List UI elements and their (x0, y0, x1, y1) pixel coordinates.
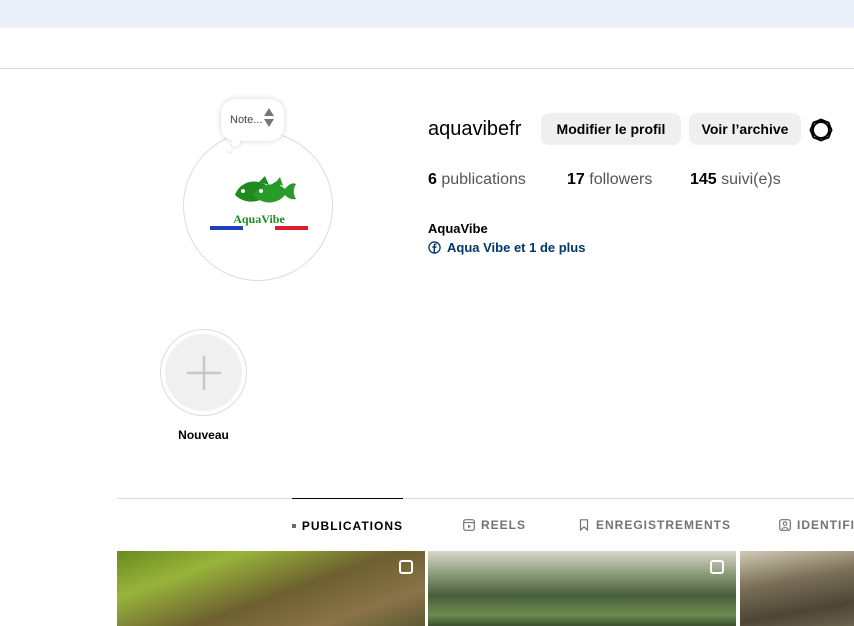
profile-username: aquavibefr (428, 118, 522, 140)
posts-label: publications (441, 171, 526, 188)
stat-following[interactable]: 145 suivi(e)s (690, 171, 781, 189)
logo-text: AquaVibe (233, 212, 285, 226)
note-tail-dot (231, 138, 240, 147)
tab-enregistrements[interactable]: ENREGISTREMENTS (578, 498, 731, 552)
profile-links[interactable]: Aqua Vibe et 1 de plus (428, 240, 585, 255)
post-thumbnail[interactable] (740, 551, 854, 626)
note-text: Note... (230, 114, 263, 126)
profile-fullname: AquaVibe (428, 221, 488, 236)
post-thumbnail[interactable] (117, 551, 425, 626)
facebook-icon (428, 241, 441, 254)
tab-identifie-label: IDENTIFI (797, 518, 854, 532)
note-tail-dot-small (227, 147, 232, 152)
posts-count: 6 (428, 171, 437, 188)
profile-avatar-ring: AquaVibe (183, 131, 333, 281)
settings-gear-icon[interactable] (809, 118, 833, 142)
browser-top-bar (0, 0, 854, 28)
note-scroll-arrows[interactable] (264, 108, 274, 127)
new-highlight-button[interactable] (160, 329, 247, 416)
header-bar (0, 28, 854, 69)
new-highlight-label: Nouveau (178, 428, 229, 442)
tab-identifie[interactable]: IDENTIFI (779, 498, 854, 552)
stat-publications[interactable]: 6 publications (428, 171, 526, 189)
new-highlight-inner (165, 334, 242, 411)
tab-publications[interactable]: PUBLICATIONS (292, 498, 403, 552)
tab-reels[interactable]: REELS (463, 498, 526, 552)
edit-profile-button[interactable]: Modifier le profil (541, 113, 681, 145)
following-count: 145 (690, 171, 717, 188)
carousel-icon (399, 560, 413, 574)
bookmark-icon (579, 519, 589, 531)
plus-icon (186, 355, 221, 390)
grid-icon (292, 523, 296, 528)
tagged-icon (779, 519, 791, 531)
tab-publications-label: PUBLICATIONS (301, 518, 403, 533)
post-thumbnail[interactable] (428, 551, 736, 626)
note-bubble[interactable]: Note... (221, 99, 284, 141)
view-archive-button[interactable]: Voir l’archive (689, 113, 801, 145)
following-label: suivi(e)s (721, 171, 781, 188)
profile-avatar[interactable]: AquaVibe (185, 133, 331, 279)
stat-followers[interactable]: 17 followers (567, 171, 652, 189)
arrow-down-icon[interactable] (264, 119, 274, 127)
tab-enregistrements-label: ENREGISTREMENTS (596, 518, 732, 532)
carousel-icon (710, 560, 724, 574)
arrow-up-icon[interactable] (264, 108, 274, 116)
reels-icon (463, 519, 475, 531)
followers-label: followers (589, 171, 653, 188)
links-label: Aqua Vibe et 1 de plus (447, 240, 586, 255)
aquavibe-logo: AquaVibe (210, 176, 308, 230)
followers-count: 17 (567, 171, 585, 188)
tab-reels-label: REELS (481, 518, 527, 532)
